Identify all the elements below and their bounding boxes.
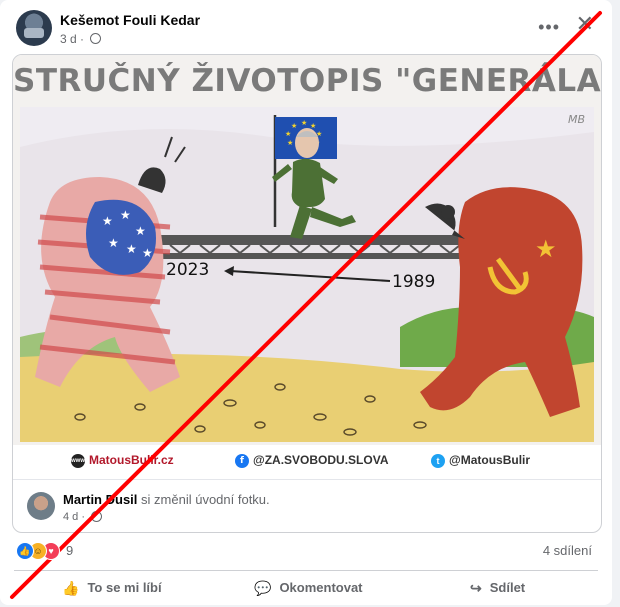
author-name[interactable]: Kešemot Fouli Kedar — [60, 12, 200, 28]
shared-activity-action: si změnil úvodní fotku. — [141, 492, 270, 507]
website-credit: www MatousBulir.cz — [71, 453, 174, 468]
www-icon: www — [71, 453, 85, 468]
thumbs-up-icon: 👍 — [62, 580, 80, 597]
shared-author-avatar[interactable] — [27, 492, 55, 520]
artist-signature: MB — [568, 113, 585, 126]
svg-text:★: ★ — [301, 119, 307, 127]
like-button[interactable]: 👍 To se mi líbí — [62, 580, 162, 597]
globe-icon — [91, 510, 103, 522]
globe-icon — [90, 33, 102, 45]
comment-button[interactable]: 💬 Okomentovat — [254, 580, 363, 597]
svg-text:★: ★ — [285, 130, 291, 138]
twitter-credit: t @MatousBulir — [431, 453, 530, 468]
shared-post-time[interactable]: 4 d — [63, 511, 78, 523]
svg-text:★: ★ — [108, 236, 119, 250]
svg-text:★: ★ — [291, 122, 297, 130]
meme-title: STRUČNÝ ŽIVOTOPIS "GENERÁLA" PAVLA — [13, 63, 602, 99]
share-button[interactable]: ↪ Sdílet — [470, 580, 525, 597]
post-header: Kešemot Fouli Kedar 3 d · ••• ✕ — [14, 8, 598, 48]
comment-icon: 💬 — [254, 580, 272, 597]
svg-text:★: ★ — [102, 214, 113, 228]
post-actions: 👍 To se mi líbí 💬 Okomentovat ↪ Sdílet — [14, 570, 598, 607]
svg-text:★: ★ — [135, 224, 146, 238]
year-2023-label: 2023 — [166, 260, 209, 280]
svg-text:★: ★ — [535, 235, 557, 263]
svg-text:★: ★ — [287, 139, 293, 147]
twitter-icon: t — [431, 453, 445, 468]
shared-author-name[interactable]: Martin Dusil — [63, 492, 137, 507]
credits-strip: www MatousBulir.cz f @ZA.SVOBODU.SLOVA t @M… — [13, 445, 601, 475]
shared-activity-text: Martin Dusil si změnil úvodní fotku. — [63, 492, 270, 507]
facebook-icon: f — [235, 453, 249, 468]
post-time[interactable]: 3 d — [60, 32, 77, 46]
svg-text:★: ★ — [126, 242, 137, 256]
cartoon-illustration: ★★★ ★★★ ★ ★★★ ★★★ ★★★ — [20, 107, 594, 442]
share-icon: ↪ — [470, 580, 482, 597]
facebook-post: Kešemot Fouli Kedar 3 d · ••• ✕ STRUČNÝ … — [0, 0, 612, 605]
more-options-icon[interactable]: ••• — [538, 18, 560, 36]
shared-post-meta: 4 d · — [63, 510, 103, 523]
year-1989-label: 1989 — [392, 272, 435, 292]
reaction-count: 9 — [66, 543, 74, 558]
svg-text:★: ★ — [120, 208, 131, 222]
post-meta: 3 d · — [60, 32, 102, 46]
meme-image[interactable]: STRUČNÝ ŽIVOTOPIS "GENERÁLA" PAVLA — [13, 55, 601, 475]
shared-post-info: Martin Dusil si změnil úvodní fotku. 4 d… — [13, 479, 601, 532]
shared-post-card[interactable]: STRUČNÝ ŽIVOTOPIS "GENERÁLA" PAVLA — [12, 54, 602, 533]
share-count[interactable]: 4 sdílení — [543, 543, 592, 558]
svg-text:★: ★ — [142, 246, 153, 260]
author-avatar[interactable] — [16, 10, 52, 46]
facebook-credit: f @ZA.SVOBODU.SLOVA — [235, 453, 389, 468]
svg-text:★: ★ — [310, 122, 316, 130]
like-icon: 👍 — [16, 542, 34, 560]
close-icon[interactable]: ✕ — [576, 13, 594, 35]
